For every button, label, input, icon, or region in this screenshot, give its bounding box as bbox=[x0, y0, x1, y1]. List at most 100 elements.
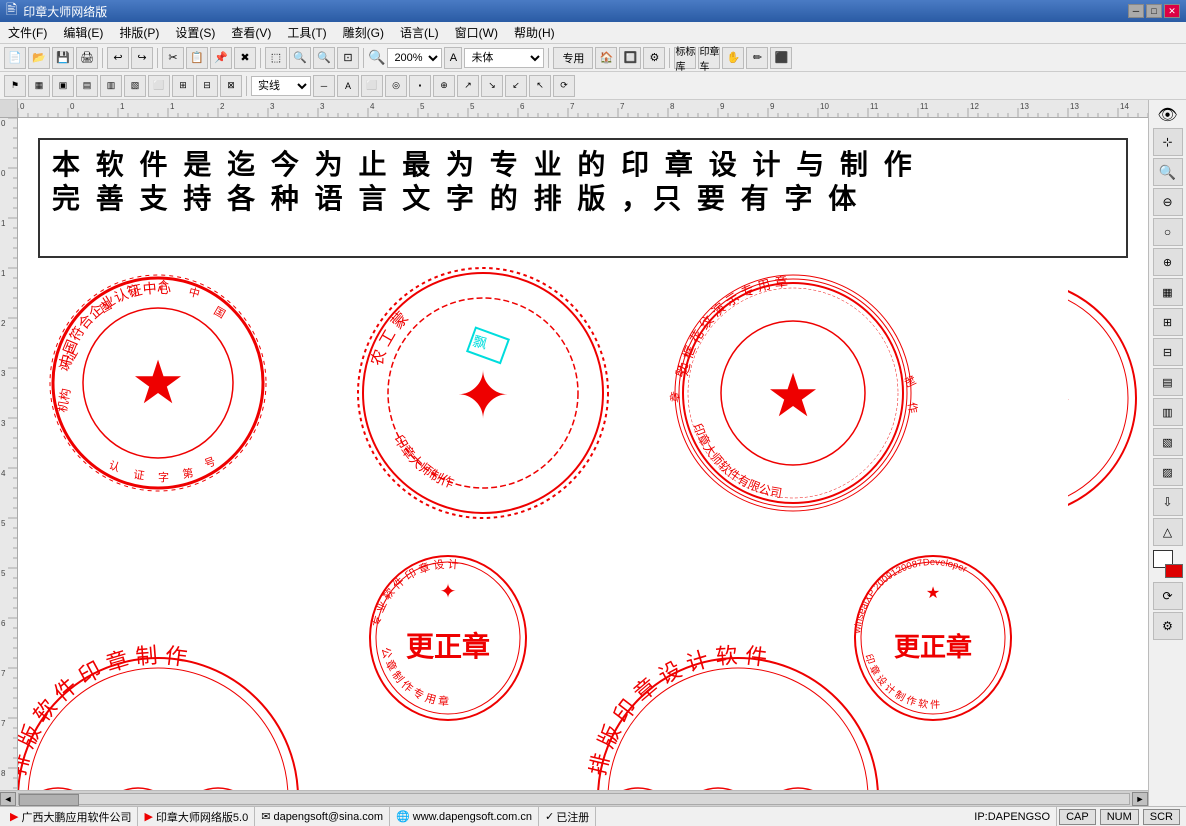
close-button[interactable]: ✕ bbox=[1164, 4, 1180, 18]
refresh-button[interactable]: ⟳ bbox=[1153, 582, 1183, 610]
svg-text:章: 章 bbox=[668, 390, 683, 403]
zoom-fit-button[interactable]: ⊡ bbox=[337, 47, 359, 69]
svg-text:8: 8 bbox=[670, 102, 675, 111]
select-tool-button[interactable]: ⊹ bbox=[1153, 128, 1183, 156]
grid4-button[interactable]: ▤ bbox=[1153, 368, 1183, 396]
img-btn3[interactable]: ⚙ bbox=[643, 47, 665, 69]
t7[interactable]: ⬜ bbox=[148, 75, 170, 97]
grid5-button[interactable]: ▥ bbox=[1153, 398, 1183, 426]
new-button[interactable]: 📄 bbox=[4, 47, 26, 69]
eye-icon[interactable]: 👁 bbox=[1153, 104, 1183, 126]
hand-button[interactable]: ✋ bbox=[722, 47, 744, 69]
t2[interactable]: ▦ bbox=[28, 75, 50, 97]
select-all-button[interactable]: ⬚ bbox=[265, 47, 287, 69]
t6[interactable]: ▧ bbox=[124, 75, 146, 97]
open-button[interactable]: 📂 bbox=[28, 47, 50, 69]
scroll-track[interactable] bbox=[18, 793, 1130, 805]
t5[interactable]: ▥ bbox=[100, 75, 122, 97]
t3[interactable]: ▣ bbox=[52, 75, 74, 97]
scroll-right-button[interactable]: ► bbox=[1132, 792, 1148, 806]
ruler-vertical: 001123345567789 bbox=[0, 118, 18, 806]
cut-button[interactable]: ✂ bbox=[162, 47, 184, 69]
grid7-button[interactable]: ▨ bbox=[1153, 458, 1183, 486]
menu-settings[interactable]: 设置(S) bbox=[167, 22, 223, 43]
img-btn1[interactable]: 🏠 bbox=[595, 47, 617, 69]
ls3[interactable]: ⬜ bbox=[361, 75, 383, 97]
ls1[interactable]: ─ bbox=[313, 75, 335, 97]
pencil-button[interactable]: ✏ bbox=[746, 47, 768, 69]
scroll-left-button[interactable]: ◄ bbox=[0, 792, 16, 806]
ls8[interactable]: ↘ bbox=[481, 75, 503, 97]
svg-text:6: 6 bbox=[520, 102, 525, 111]
menu-engrave[interactable]: 雕刻(G) bbox=[335, 22, 392, 43]
svg-text:印章大师制作: 印章大师制作 bbox=[391, 432, 456, 491]
menu-file[interactable]: 文件(F) bbox=[0, 22, 55, 43]
arrow-tool-button[interactable]: ⇩ bbox=[1153, 488, 1183, 516]
zoom-out-button[interactable]: 🔍 bbox=[313, 47, 335, 69]
maximize-button[interactable]: □ bbox=[1146, 4, 1162, 18]
delete-button[interactable]: ✖ bbox=[234, 47, 256, 69]
menu-language[interactable]: 语言(L) bbox=[392, 22, 447, 43]
grid3-button[interactable]: ⊟ bbox=[1153, 338, 1183, 366]
svg-text:3: 3 bbox=[270, 102, 275, 111]
scrollbar-horizontal[interactable]: ◄ ► bbox=[0, 790, 1148, 806]
canvas-area[interactable]: 001123345567789910111112131314 001123345… bbox=[0, 100, 1148, 806]
ls11[interactable]: ⟳ bbox=[553, 75, 575, 97]
print-button[interactable]: 🖨 bbox=[76, 47, 98, 69]
grid2-button[interactable]: ⊞ bbox=[1153, 308, 1183, 336]
color-selector[interactable] bbox=[1153, 550, 1183, 578]
menu-help[interactable]: 帮助(H) bbox=[506, 22, 563, 43]
save-button[interactable]: 💾 bbox=[52, 47, 74, 69]
zoom-in-tool-button[interactable]: 🔍 bbox=[1153, 158, 1183, 186]
t4[interactable]: ▤ bbox=[76, 75, 98, 97]
grid6-button[interactable]: ▧ bbox=[1153, 428, 1183, 456]
font-combo[interactable]: 未体 bbox=[464, 48, 544, 68]
special-button[interactable]: 专用 bbox=[553, 47, 593, 69]
stamp-lib-button[interactable]: 标标库 bbox=[674, 47, 696, 69]
ls4[interactable]: ◎ bbox=[385, 75, 407, 97]
svg-text:0: 0 bbox=[1, 169, 6, 178]
redo-button[interactable]: ↪ bbox=[131, 47, 153, 69]
cap-indicator: CAP bbox=[1059, 809, 1096, 825]
ls7[interactable]: ↗ bbox=[457, 75, 479, 97]
ls9[interactable]: ↙ bbox=[505, 75, 527, 97]
triangle-tool-button[interactable]: △ bbox=[1153, 518, 1183, 546]
circle-tool-button[interactable]: ○ bbox=[1153, 218, 1183, 246]
copy-button[interactable]: 📋 bbox=[186, 47, 208, 69]
grid1-button[interactable]: ▦ bbox=[1153, 278, 1183, 306]
t8[interactable]: ⊞ bbox=[172, 75, 194, 97]
ls5[interactable]: ⬝ bbox=[409, 75, 431, 97]
img-btn2[interactable]: 🔲 bbox=[619, 47, 641, 69]
zoom-in-button[interactable]: 🔍 bbox=[289, 47, 311, 69]
canvas-page[interactable]: 本 软 件 是 迄 今 为 止 最 为 专 业 的 印 章 设 计 与 制 作 … bbox=[18, 118, 1148, 806]
menu-edit[interactable]: 编辑(E) bbox=[55, 22, 111, 43]
minimize-button[interactable]: ─ bbox=[1128, 4, 1144, 18]
t1[interactable]: ⚑ bbox=[4, 75, 26, 97]
menu-layout[interactable]: 排版(P) bbox=[111, 22, 167, 43]
ls2[interactable]: A bbox=[337, 75, 359, 97]
scroll-thumb[interactable] bbox=[19, 794, 79, 806]
line-style-combo[interactable]: 实线 bbox=[251, 76, 311, 96]
menu-tools[interactable]: 工具(T) bbox=[279, 22, 334, 43]
ls10[interactable]: ↖ bbox=[529, 75, 551, 97]
svg-text:合: 合 bbox=[158, 278, 169, 292]
svg-text:2: 2 bbox=[1, 319, 6, 328]
t10[interactable]: ⊠ bbox=[220, 75, 242, 97]
zoom-combo[interactable]: 200% 100% 150% 300% bbox=[387, 48, 442, 68]
separator7 bbox=[246, 76, 247, 96]
menu-view[interactable]: 查看(V) bbox=[223, 22, 279, 43]
zoom-out-tool-button[interactable]: ⊖ bbox=[1153, 188, 1183, 216]
magic-button[interactable]: ⬛ bbox=[770, 47, 792, 69]
t9[interactable]: ⊟ bbox=[196, 75, 218, 97]
settings-tool-button[interactable]: ⚙ bbox=[1153, 612, 1183, 640]
app-icon: 🖹 bbox=[6, 0, 17, 23]
undo-button[interactable]: ↩ bbox=[107, 47, 129, 69]
menu-window[interactable]: 窗口(W) bbox=[447, 22, 506, 43]
paste-button[interactable]: 📌 bbox=[210, 47, 232, 69]
svg-text:✦: ✦ bbox=[456, 361, 510, 433]
svg-text:9: 9 bbox=[770, 102, 775, 111]
stamp-cart-button[interactable]: 印章车 bbox=[698, 47, 720, 69]
ellipse-tool-button[interactable]: ⊕ bbox=[1153, 248, 1183, 276]
zoom-btn2[interactable]: A bbox=[444, 47, 462, 69]
ls6[interactable]: ⊕ bbox=[433, 75, 455, 97]
